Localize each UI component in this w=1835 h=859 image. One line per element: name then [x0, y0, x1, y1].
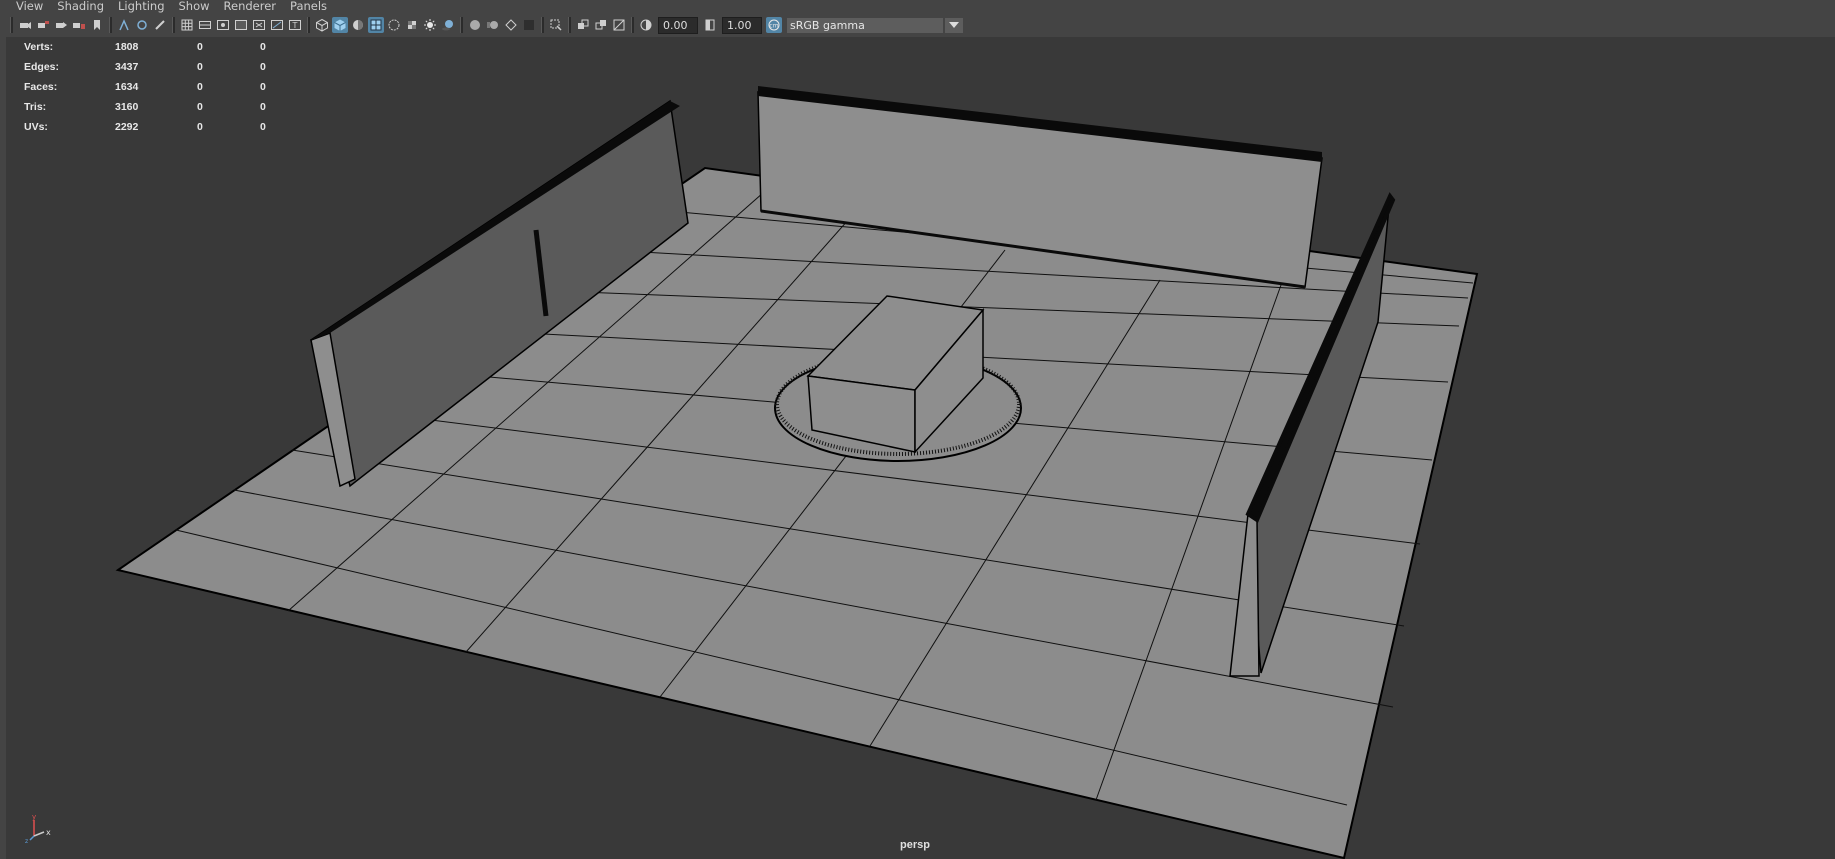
hud-value: 0 — [260, 61, 266, 73]
axis-y-label: y — [32, 813, 36, 821]
perspective-viewport[interactable] — [6, 37, 1835, 859]
hud-label: UVs: — [24, 121, 48, 133]
hud-value: 3160 — [115, 101, 139, 113]
hud-value: 0 — [197, 101, 203, 113]
camera-name-label: persp — [900, 839, 930, 851]
hud-row-uvs: UVs: 2292 0 0 — [24, 117, 266, 137]
scene-geometry — [115, 86, 1479, 859]
hud-value: 0 — [260, 121, 266, 133]
hud-label: Faces: — [24, 81, 58, 93]
hud-value: 0 — [260, 41, 266, 53]
hud-value: 0 — [197, 61, 203, 73]
hud-label: Tris: — [24, 101, 47, 113]
hud-value: 1808 — [115, 41, 139, 53]
poly-count-hud: Verts: 1808 0 0 Edges: 3437 0 0 Faces: 1… — [24, 37, 266, 137]
hud-row-faces: Faces: 1634 0 0 — [24, 77, 266, 97]
view-axis-icon: y x z — [25, 813, 51, 844]
hud-label: Verts: — [24, 41, 54, 53]
hud-value: 3437 — [115, 61, 139, 73]
hud-value: 1634 — [115, 81, 139, 93]
hud-value: 0 — [260, 101, 266, 113]
hud-row-verts: Verts: 1808 0 0 — [24, 37, 266, 57]
hud-value: 0 — [197, 41, 203, 53]
hud-value: 0 — [197, 121, 203, 133]
hud-value: 0 — [197, 81, 203, 93]
hud-row-edges: Edges: 3437 0 0 — [24, 57, 266, 77]
hud-label: Edges: — [24, 61, 60, 73]
axis-x-label: x — [46, 828, 51, 837]
hud-value: 2292 — [115, 121, 139, 133]
hud-value: 0 — [260, 81, 266, 93]
axis-z-label: z — [25, 838, 28, 844]
hud-row-tris: Tris: 3160 0 0 — [24, 97, 266, 117]
